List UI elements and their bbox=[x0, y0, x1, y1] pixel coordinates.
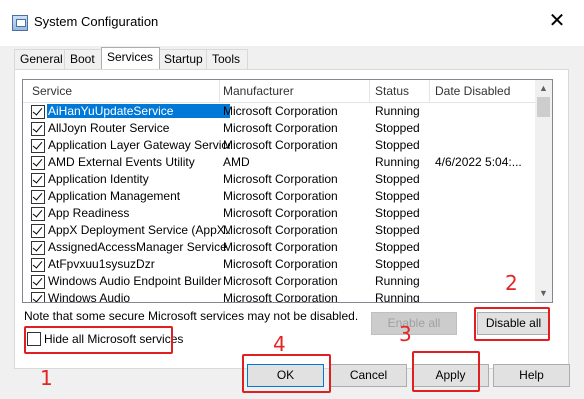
status-cell: Stopped bbox=[375, 172, 420, 186]
table-row[interactable]: Windows Audio Microsoft Corporation Runnin… bbox=[23, 290, 535, 303]
tab-boot[interactable]: Boot bbox=[64, 49, 102, 69]
table-row[interactable]: AtFpvxuu1sysuzDzr Microsoft Corporation St… bbox=[23, 256, 535, 273]
table-row[interactable]: App Readiness Microsoft Corporation Stoppe… bbox=[23, 205, 535, 222]
service-name-cell: AiHanYuUpdateService bbox=[47, 104, 230, 118]
status-cell: Stopped bbox=[375, 206, 420, 220]
annotation-number-1: 1 bbox=[40, 366, 53, 390]
list-header: Service Manufacturer Status Date Disable… bbox=[23, 80, 535, 103]
annotation-box-ok bbox=[242, 354, 331, 393]
row-checkbox[interactable] bbox=[31, 275, 45, 289]
row-checkbox[interactable] bbox=[31, 292, 45, 302]
cancel-button[interactable]: Cancel bbox=[330, 364, 407, 387]
scroll-down-arrow-icon[interactable]: ▼ bbox=[535, 285, 552, 302]
column-header-service[interactable]: Service bbox=[32, 84, 72, 98]
manufacturer-cell: Microsoft Corporation bbox=[223, 104, 338, 118]
table-row[interactable]: AiHanYuUpdateService Microsoft Corporatio… bbox=[23, 103, 535, 120]
status-cell: Running bbox=[375, 104, 420, 118]
status-cell: Stopped bbox=[375, 240, 420, 254]
status-cell: Stopped bbox=[375, 138, 420, 152]
service-name-cell: AppX Deployment Service (AppX... bbox=[48, 223, 230, 237]
manufacturer-cell: AMD bbox=[223, 155, 250, 169]
services-list[interactable]: Service Manufacturer Status Date Disable… bbox=[22, 79, 553, 303]
manufacturer-cell: Microsoft Corporation bbox=[223, 223, 338, 237]
annotation-box-disable-all bbox=[474, 307, 550, 341]
row-checkbox[interactable] bbox=[31, 190, 45, 204]
status-cell: Stopped bbox=[375, 223, 420, 237]
annotation-box-apply bbox=[412, 351, 480, 392]
annotation-number-2: 2 bbox=[505, 271, 518, 295]
service-name-cell: Windows Audio Endpoint Builder bbox=[48, 274, 222, 288]
scroll-up-arrow-icon[interactable]: ▲ bbox=[535, 80, 552, 97]
vertical-scrollbar[interactable]: ▲ ▼ bbox=[535, 80, 552, 302]
date-disabled-cell: 4/6/2022 5:04:... bbox=[435, 155, 522, 169]
secure-services-note: Note that some secure Microsoft services… bbox=[24, 309, 359, 323]
service-name-cell: AMD External Events Utility bbox=[48, 155, 195, 169]
title-bar: System Configuration ✕ bbox=[0, 0, 584, 46]
service-name-cell: Application Layer Gateway Service bbox=[48, 138, 230, 152]
table-row[interactable]: AssignedAccessManager Service Microsoft C… bbox=[23, 239, 535, 256]
manufacturer-cell: Microsoft Corporation bbox=[223, 121, 338, 135]
column-header-date-disabled[interactable]: Date Disabled bbox=[435, 84, 510, 98]
status-cell: Stopped bbox=[375, 257, 420, 271]
tab-services[interactable]: Services bbox=[101, 47, 160, 69]
msconfig-app-icon bbox=[12, 15, 28, 31]
service-name-cell: AssignedAccessManager Service bbox=[48, 240, 227, 254]
row-checkbox[interactable] bbox=[31, 224, 45, 238]
tab-tools[interactable]: Tools bbox=[206, 49, 248, 69]
table-row[interactable]: Windows Audio Endpoint Builder Microsoft … bbox=[23, 273, 535, 290]
table-row[interactable]: Application Layer Gateway Service Microso… bbox=[23, 137, 535, 154]
status-cell: Running bbox=[375, 291, 420, 303]
service-name-cell: AllJoyn Router Service bbox=[48, 121, 170, 135]
service-name-cell: App Readiness bbox=[48, 206, 130, 220]
column-header-manufacturer[interactable]: Manufacturer bbox=[223, 84, 294, 98]
table-row[interactable]: AppX Deployment Service (AppX... Microsof… bbox=[23, 222, 535, 239]
close-button[interactable]: ✕ bbox=[540, 6, 574, 36]
row-checkbox[interactable] bbox=[31, 241, 45, 255]
manufacturer-cell: Microsoft Corporation bbox=[223, 206, 338, 220]
manufacturer-cell: Microsoft Corporation bbox=[223, 257, 338, 271]
tab-startup[interactable]: Startup bbox=[158, 49, 208, 69]
status-cell: Stopped bbox=[375, 189, 420, 203]
scroll-thumb[interactable] bbox=[537, 97, 550, 117]
status-cell: Running bbox=[375, 155, 420, 169]
status-cell: Stopped bbox=[375, 121, 420, 135]
service-name-cell: Application Management bbox=[48, 189, 181, 203]
enable-all-button[interactable]: Enable all bbox=[371, 312, 457, 335]
manufacturer-cell: Microsoft Corporation bbox=[223, 189, 338, 203]
manufacturer-cell: Microsoft Corporation bbox=[223, 172, 338, 186]
row-checkbox[interactable] bbox=[31, 122, 45, 136]
window-title: System Configuration bbox=[34, 14, 159, 29]
table-row[interactable]: AMD External Events Utility AMD Running 4/6… bbox=[23, 154, 535, 171]
manufacturer-cell: Microsoft Corporation bbox=[223, 138, 338, 152]
row-checkbox[interactable] bbox=[31, 258, 45, 272]
help-button[interactable]: Help bbox=[493, 364, 570, 387]
service-name-cell: Windows Audio bbox=[48, 291, 131, 303]
column-header-status[interactable]: Status bbox=[375, 84, 409, 98]
table-row[interactable]: Application Identity Microsoft Corporatio… bbox=[23, 171, 535, 188]
tab-general[interactable]: General bbox=[14, 49, 66, 69]
row-checkbox[interactable] bbox=[31, 105, 45, 119]
table-row[interactable]: AllJoyn Router Service Microsoft Corporat… bbox=[23, 120, 535, 137]
annotation-number-4: 4 bbox=[273, 332, 286, 356]
status-cell: Running bbox=[375, 274, 420, 288]
manufacturer-cell: Microsoft Corporation bbox=[223, 274, 338, 288]
service-name-cell: AtFpvxuu1sysuzDzr bbox=[48, 257, 155, 271]
annotation-box-hide-ms bbox=[24, 326, 173, 354]
annotation-number-3: 3 bbox=[399, 322, 412, 346]
manufacturer-cell: Microsoft Corporation bbox=[223, 291, 338, 303]
row-checkbox[interactable] bbox=[31, 207, 45, 221]
service-name-cell: Application Identity bbox=[48, 172, 149, 186]
manufacturer-cell: Microsoft Corporation bbox=[223, 240, 338, 254]
row-checkbox[interactable] bbox=[31, 139, 45, 153]
row-checkbox[interactable] bbox=[31, 173, 45, 187]
row-checkbox[interactable] bbox=[31, 156, 45, 170]
table-row[interactable]: Application Management Microsoft Corporat… bbox=[23, 188, 535, 205]
